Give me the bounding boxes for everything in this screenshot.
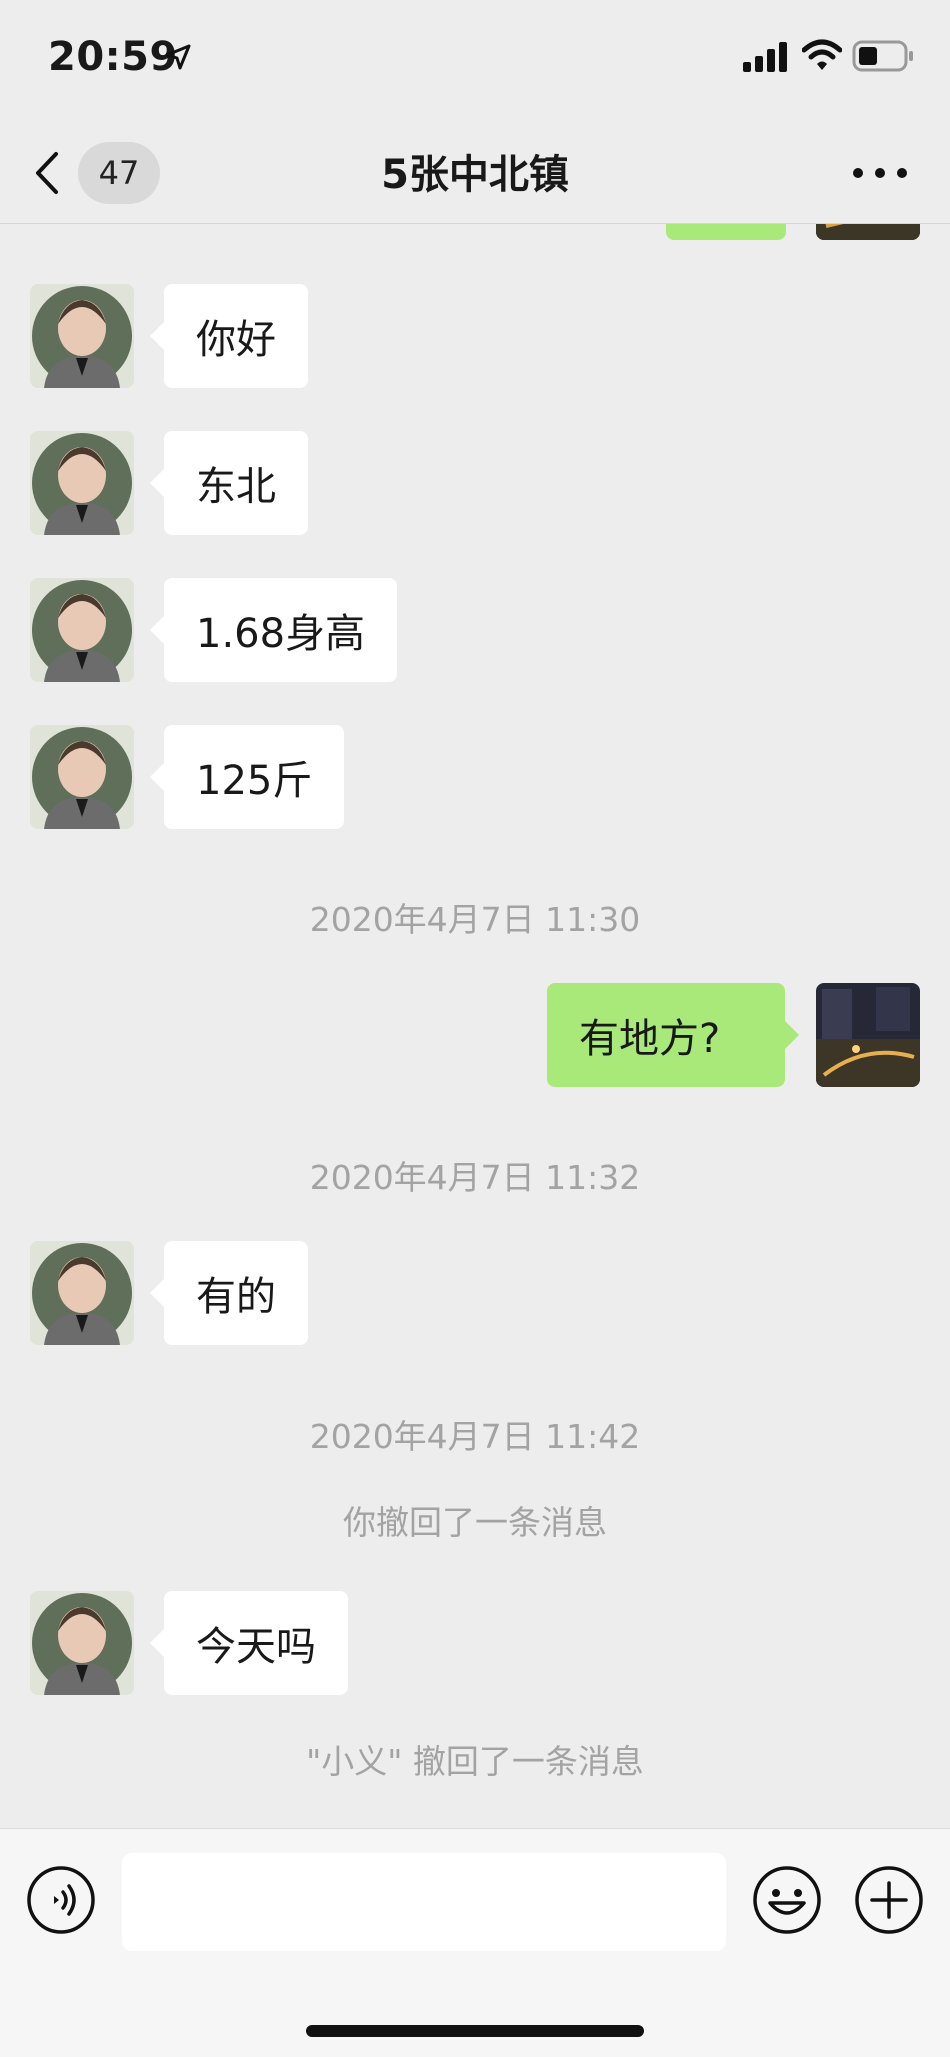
home-indicator[interactable] xyxy=(306,2025,644,2037)
message-bubble-received[interactable]: 你好 xyxy=(150,284,308,388)
message-bubble-received[interactable]: 1.68身高 xyxy=(149,578,398,682)
voice-icon[interactable] xyxy=(26,1865,96,1935)
message-bubble-received[interactable]: 有的 xyxy=(150,1241,308,1345)
message-bubble-received[interactable]: 东北 xyxy=(150,431,308,535)
chat-title: 5张中北镇 xyxy=(381,152,569,198)
contact-avatar[interactable] xyxy=(30,431,134,535)
self-avatar[interactable] xyxy=(816,983,920,1087)
contact-avatar[interactable] xyxy=(30,578,134,682)
timestamp: 2020年4月7日 11:32 xyxy=(309,1158,641,1197)
message-bubble-received[interactable]: 125斤 xyxy=(149,725,345,829)
timestamp: 2020年4月7日 11:42 xyxy=(309,1417,641,1456)
recall-notice-other: "小义" 撤回了一条消息 xyxy=(306,1742,644,1781)
contact-avatar[interactable] xyxy=(30,1591,134,1695)
message-bubble-received[interactable]: 今天吗 xyxy=(150,1591,348,1695)
contact-avatar[interactable] xyxy=(30,284,134,388)
message-list[interactable]: 你好 东北 1.68身高 125斤 2020年4月7日 11:30 有地方? 2… xyxy=(0,0,950,1828)
contact-avatar[interactable] xyxy=(30,1241,134,1345)
nav-bar: 47 5张中北镇 xyxy=(0,118,950,224)
timestamp: 2020年4月7日 11:30 xyxy=(309,900,641,939)
emoji-icon[interactable] xyxy=(752,1865,822,1935)
message-input[interactable] xyxy=(122,1853,726,1951)
contact-avatar[interactable] xyxy=(30,725,134,829)
recall-notice-self: 你撤回了一条消息 xyxy=(343,1503,607,1542)
input-bar xyxy=(0,1828,950,2057)
more-icon[interactable] xyxy=(850,158,910,188)
plus-icon[interactable] xyxy=(854,1865,924,1935)
message-bubble-sent[interactable]: 有地方? xyxy=(547,983,799,1087)
